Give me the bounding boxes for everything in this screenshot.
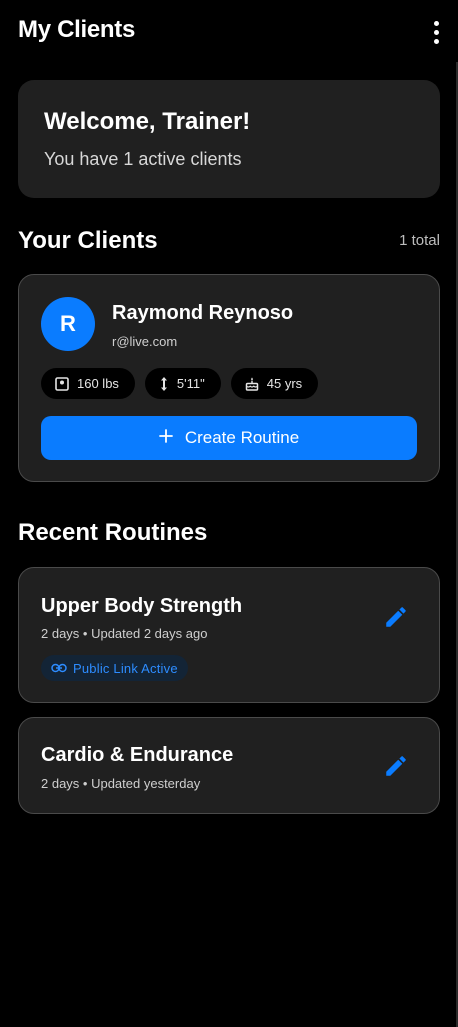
client-stats: 160 lbs 5'11" 45 yrs [41, 368, 319, 399]
routine-title: Upper Body Strength [41, 595, 243, 617]
more-vert-icon[interactable] [424, 18, 448, 46]
height-value: 5'11" [176, 376, 205, 391]
routine-meta: 2 days • Updated 2 days ago [41, 626, 208, 641]
public-link-badge[interactable]: Public Link Active [41, 655, 188, 681]
height-icon [159, 376, 169, 392]
welcome-subtitle: You have 1 active clients [44, 149, 242, 169]
create-routine-label: Create Routine [184, 428, 300, 447]
public-link-label: Public Link Active [73, 660, 178, 676]
cake-icon [245, 377, 259, 391]
age-chip: 45 yrs [230, 368, 319, 399]
client-name: Raymond Reynoso [112, 302, 294, 324]
edit-icon[interactable] [383, 753, 409, 779]
routine-card[interactable]: Cardio & Endurance 2 days • Updated yest… [18, 717, 440, 814]
clients-count: 1 total [399, 232, 440, 249]
age-value: 45 yrs [266, 376, 303, 391]
avatar: R [41, 297, 95, 351]
app-header: My Clients [0, 0, 458, 62]
create-routine-button[interactable]: Create Routine [41, 416, 417, 460]
height-chip: 5'11" [144, 368, 221, 399]
edit-icon[interactable] [383, 604, 409, 630]
clients-section-title: Your Clients [18, 227, 158, 254]
client-email: r@live.com [112, 334, 178, 349]
routine-card[interactable]: Upper Body Strength 2 days • Updated 2 d… [18, 567, 440, 703]
client-card[interactable]: R Raymond Reynoso r@live.com 160 lbs 5'1… [18, 274, 440, 482]
scale-icon [55, 376, 69, 391]
routines-section-title: Recent Routines [18, 519, 208, 546]
routine-meta: 2 days • Updated yesterday [41, 776, 201, 791]
link-icon [51, 661, 67, 676]
plus-icon [158, 428, 173, 448]
page: My Clients Welcome, Trainer! You have 1 … [0, 0, 458, 1027]
routine-title: Cardio & Endurance [41, 744, 234, 766]
welcome-title: Welcome, Trainer! [44, 108, 251, 135]
welcome-card: Welcome, Trainer! You have 1 active clie… [18, 80, 440, 198]
weight-value: 160 lbs [77, 376, 119, 391]
page-title: My Clients [18, 16, 136, 43]
weight-chip: 160 lbs [41, 368, 135, 399]
